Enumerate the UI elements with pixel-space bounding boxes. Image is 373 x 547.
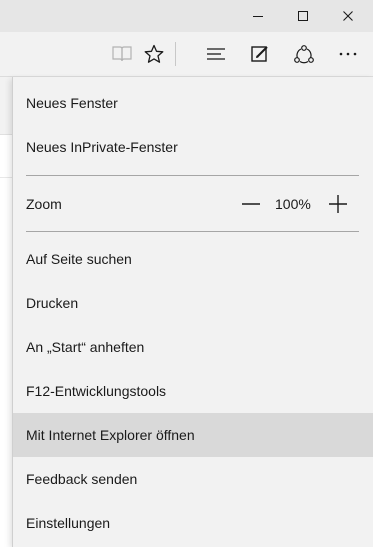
minimize-icon <box>253 16 263 17</box>
zoom-value: 100% <box>275 196 311 212</box>
more-button[interactable] <box>331 32 365 76</box>
zoom-row: Zoom 100% <box>13 177 373 231</box>
close-icon <box>343 11 353 21</box>
more-actions-menu: Neues Fenster Neues InPrivate-Fenster Zo… <box>12 77 373 547</box>
browser-toolbar <box>0 32 373 77</box>
maximize-button[interactable] <box>283 0 323 32</box>
menu-item-label: F12-Entwicklungstools <box>26 383 167 399</box>
menu-item-label: Neues InPrivate-Fenster <box>26 139 178 155</box>
minus-icon <box>242 203 260 205</box>
close-button[interactable] <box>328 0 368 32</box>
menu-item-label: Mit Internet Explorer öffnen <box>26 427 195 443</box>
menu-item-new-window[interactable]: Neues Fenster <box>13 81 373 125</box>
menu-item-new-inprivate[interactable]: Neues InPrivate-Fenster <box>13 125 373 169</box>
menu-item-pin-to-start[interactable]: An „Start“ anheften <box>13 325 373 369</box>
menu-item-label: Drucken <box>26 295 79 311</box>
plus-icon <box>329 195 347 213</box>
title-bar <box>0 0 373 32</box>
menu-separator <box>26 175 359 176</box>
menu-item-send-feedback[interactable]: Feedback senden <box>13 457 373 501</box>
hub-lines-icon <box>207 48 225 60</box>
share-button[interactable] <box>287 32 321 76</box>
menu-item-open-with-ie[interactable]: Mit Internet Explorer öffnen <box>13 413 373 457</box>
reading-view-button[interactable] <box>105 32 139 76</box>
toolbar-separator <box>175 42 176 66</box>
zoom-out-button[interactable] <box>237 177 265 231</box>
pen-note-icon <box>251 46 268 62</box>
book-icon <box>112 46 132 62</box>
share-icon <box>294 45 314 64</box>
zoom-label: Zoom <box>26 196 62 212</box>
menu-separator <box>26 231 359 232</box>
menu-item-label: Einstellungen <box>26 515 111 531</box>
maximize-icon <box>298 11 308 21</box>
menu-item-label: Neues Fenster <box>26 95 118 111</box>
web-note-button[interactable] <box>243 32 277 76</box>
menu-item-label: An „Start“ anheften <box>26 339 145 355</box>
menu-item-label: Feedback senden <box>26 471 138 487</box>
menu-item-settings[interactable]: Einstellungen <box>13 501 373 545</box>
menu-item-print[interactable]: Drucken <box>13 281 373 325</box>
zoom-in-button[interactable] <box>324 177 352 231</box>
favorites-button[interactable] <box>137 32 171 76</box>
minimize-button[interactable] <box>238 0 278 32</box>
menu-item-find-on-page[interactable]: Auf Seite suchen <box>13 237 373 281</box>
menu-item-f12-tools[interactable]: F12-Entwicklungstools <box>13 369 373 413</box>
hub-button[interactable] <box>199 32 233 76</box>
star-icon <box>144 44 164 63</box>
menu-item-label: Auf Seite suchen <box>26 251 132 267</box>
more-dots-icon <box>339 52 357 56</box>
